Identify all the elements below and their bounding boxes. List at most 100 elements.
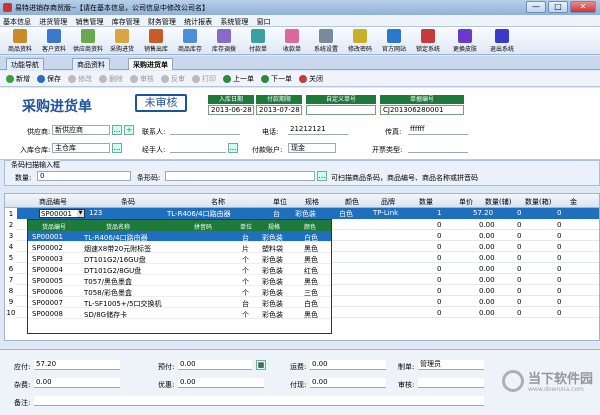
toolbar-product-button[interactable]: 商品资料 [4, 27, 36, 54]
toolbar-purchase-button[interactable]: 采购进货 [106, 27, 138, 54]
row-number: 4 [8, 243, 14, 251]
payable-field[interactable]: 57.20 [34, 360, 120, 370]
paid-field[interactable]: 0.00 [310, 378, 386, 388]
scan-qty-label: 数量: [15, 174, 32, 182]
tab-navigation[interactable]: 功能导航 [6, 58, 44, 70]
doc-no-field[interactable]: CJ201306280001 [380, 105, 464, 115]
calculator-icon[interactable]: ▦ [256, 360, 266, 370]
col-qty-aux[interactable]: 数量(辅) [485, 197, 511, 207]
product-code-input[interactable]: SP00001 ▼ [39, 209, 85, 218]
col-spec[interactable]: 规格 [305, 197, 319, 207]
barcode-label: 条形码: [137, 174, 161, 182]
item-grid: 商品编号 条码 名称 单位 规格 颜色 品牌 数量 单价 数量(辅) 数量(箱)… [4, 193, 600, 341]
barcode-input[interactable] [165, 171, 315, 181]
toolbar-skin-button[interactable]: 更换皮肤 [446, 27, 484, 54]
handler-search-icon[interactable]: … [228, 143, 238, 153]
pay-date-field[interactable]: 2013-07-28 [256, 105, 302, 115]
contact-field[interactable] [170, 125, 240, 135]
col-barcode[interactable]: 条码 [121, 197, 135, 207]
prepay-label: 预付: [158, 363, 175, 371]
key-icon [353, 29, 367, 43]
delete-button[interactable]: 删除 [99, 74, 123, 84]
scan-qty-input[interactable]: 0 [37, 171, 131, 181]
save-button[interactable]: 保存 [37, 74, 61, 84]
toolbar-website-button[interactable]: 官方网站 [378, 27, 410, 54]
freight-field[interactable]: 0.00 [310, 360, 386, 370]
col-price[interactable]: 单价 [459, 197, 473, 207]
dropdown-item[interactable]: SP00008 SD/8G储存卡个彩色装 黑色 [28, 308, 331, 319]
handler-field[interactable] [170, 143, 226, 153]
tab-purchase-order[interactable]: 采购进货单 [128, 58, 173, 70]
unaudit-button[interactable]: 反审 [161, 74, 185, 84]
toolbar-sales-button[interactable]: 销售出库 [140, 27, 172, 54]
toolbar-lock-button[interactable]: 锁定系统 [412, 27, 444, 54]
toolbar-customer-button[interactable]: 客户资料 [38, 27, 70, 54]
toolbar-exit-button[interactable]: 退出系统 [486, 27, 518, 54]
dropdown-item[interactable]: SP00002 烟速X8带20元附标签片塑料袋 黑色 [28, 242, 331, 253]
prepay-field[interactable]: 0.00 [178, 360, 252, 370]
transfer-icon [217, 29, 231, 43]
col-name[interactable]: 名称 [211, 197, 225, 207]
warehouse-field[interactable]: 主仓库 [52, 143, 110, 153]
app-icon [3, 3, 12, 12]
freight-label: 运费: [290, 363, 307, 371]
cell-qty: 1 [437, 209, 442, 217]
tab-products[interactable]: 商品资料 [72, 58, 110, 70]
col-qty-box[interactable]: 数量(箱) [525, 197, 551, 207]
col-qty[interactable]: 数量 [419, 197, 433, 207]
fax-field[interactable]: ffffff [408, 125, 468, 135]
row-number: 7 [8, 276, 14, 284]
grid-header: 商品编号 条码 名称 单位 规格 颜色 品牌 数量 单价 数量(辅) 数量(箱)… [5, 194, 599, 208]
toolbar-transfer-button[interactable]: 库存调拨 [208, 27, 240, 54]
discount-field[interactable]: 0.00 [178, 378, 264, 388]
close-doc-button[interactable]: 关闭 [299, 74, 323, 84]
supplier-add-icon[interactable]: + [124, 125, 134, 135]
ticket-type-field[interactable] [408, 143, 468, 153]
toolbar-receipt-button[interactable]: 收款单 [276, 27, 308, 54]
toolbar-supplier-button[interactable]: 供应商资料 [72, 27, 104, 54]
phone-field[interactable]: 21212121 [288, 125, 348, 135]
receipt-icon [285, 29, 299, 43]
next-doc-button[interactable]: 下一单 [261, 74, 292, 84]
toolbar-password-button[interactable]: 修改密码 [344, 27, 376, 54]
pay-account-select[interactable]: 现金 [288, 143, 336, 153]
dropdown-item[interactable]: SP00005 T057/黑色墨盒个彩色装 黑色 [28, 275, 331, 286]
dropdown-item[interactable]: SP00001 TL-R406/4口路由器台彩色装 白色 [28, 231, 331, 242]
toolbar-payment-button[interactable]: 付款单 [242, 27, 274, 54]
col-brand[interactable]: 品牌 [381, 197, 395, 207]
warehouse-search-icon[interactable]: … [112, 143, 122, 153]
supplier-search-icon[interactable]: … [112, 125, 122, 135]
new-button[interactable]: 新增 [6, 74, 30, 84]
dropdown-item[interactable]: SP00007 TL-SF1005+/5口交换机台彩色装 白色 [28, 297, 331, 308]
col-product-code[interactable]: 商品编号 [39, 197, 67, 207]
misc-field[interactable]: 0.00 [34, 378, 120, 388]
row-number: 8 [8, 287, 14, 295]
dropdown-col-unit: 单位 [240, 224, 253, 231]
minimize-button[interactable]: — [526, 1, 546, 13]
toolbar-settings-button[interactable]: 系统设置 [310, 27, 342, 54]
chevron-down-icon[interactable]: ▼ [77, 210, 84, 217]
supplier-field[interactable]: 新供应商 [52, 125, 110, 135]
dropdown-item[interactable]: SP00003 DT101G2/16GU盘个彩色装 黑色 [28, 253, 331, 264]
in-date-field[interactable]: 2013-06-28 [208, 105, 254, 115]
col-color[interactable]: 颜色 [345, 197, 359, 207]
unaudit-icon [161, 74, 169, 83]
dropdown-item[interactable]: SP00006 T058/彩色墨盒个彩色装 三色 [28, 286, 331, 297]
toolbar-stock-button[interactable]: 商品库存 [174, 27, 206, 54]
table-row-selected[interactable]: SP00001 ▼ 123 TL-R406/4口路由器 台 彩色装 白色 TP-L… [17, 208, 599, 219]
dropdown-item[interactable]: SP00004 DT101G2/8GU盘个彩色装 红色 [28, 264, 331, 275]
contact-label: 联系人: [142, 128, 166, 136]
users-icon [81, 29, 95, 43]
col-amount[interactable]: 金 [570, 197, 577, 207]
print-button[interactable]: 打印 [192, 74, 216, 84]
edit-button[interactable]: 修改 [68, 74, 92, 84]
note-field[interactable] [34, 396, 484, 406]
barcode-search-icon[interactable]: … [317, 171, 327, 181]
custom-doc-field[interactable] [306, 105, 376, 115]
maximize-button[interactable]: □ [548, 1, 568, 13]
audit-button[interactable]: 审核 [130, 74, 154, 84]
col-unit[interactable]: 单位 [273, 197, 287, 207]
printer-icon [192, 74, 200, 83]
prev-doc-button[interactable]: 上一单 [223, 74, 254, 84]
close-button[interactable]: ✕ [570, 1, 596, 13]
